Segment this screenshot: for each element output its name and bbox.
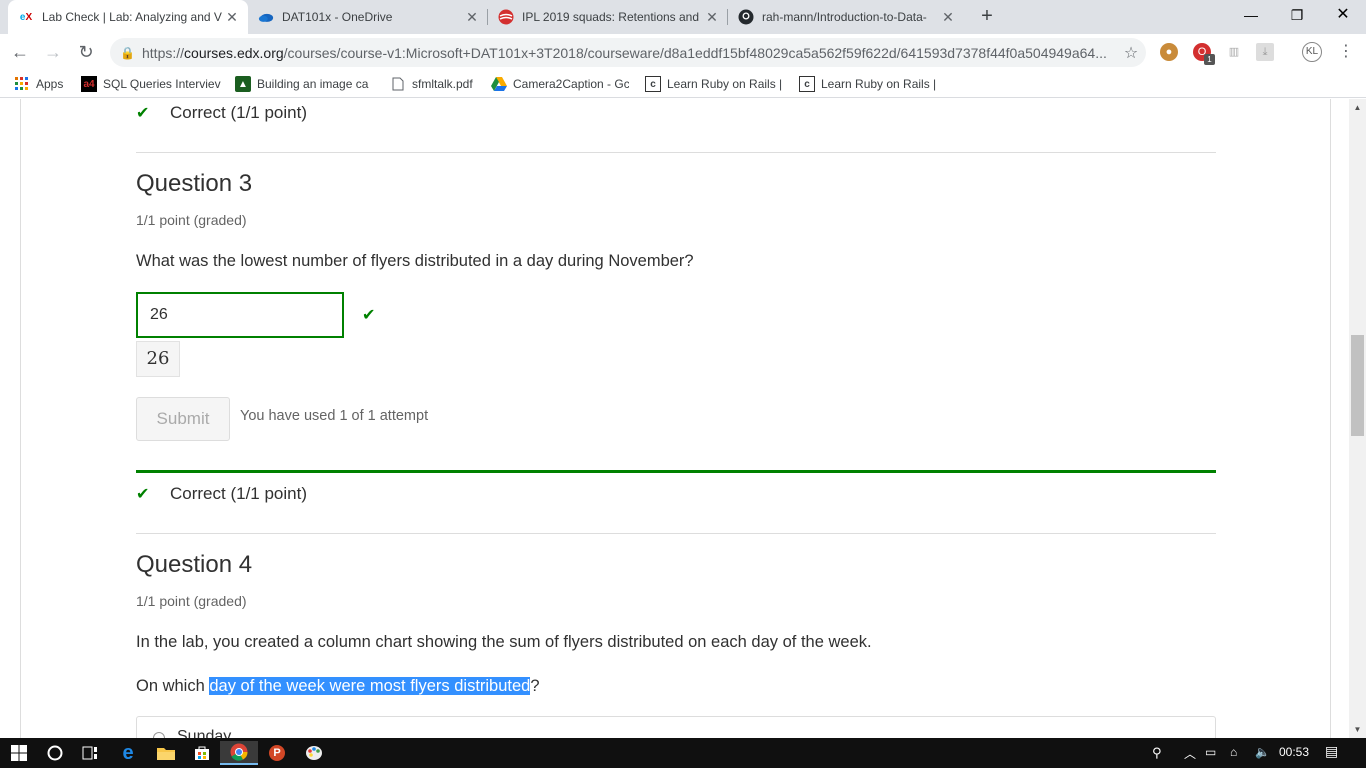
c-icon: c xyxy=(645,76,661,92)
tab-strip: eX Lab Check | Lab: Analyzing and V ✕ DA… xyxy=(0,0,1366,34)
selected-text: day of the week were most flyers distrib… xyxy=(209,677,531,695)
answer-option-sunday[interactable]: Sunday xyxy=(136,716,1216,738)
new-tab-icon[interactable]: + xyxy=(976,5,998,27)
a4-icon: a4 xyxy=(81,76,97,92)
divider xyxy=(136,533,1216,534)
forward-icon[interactable]: → xyxy=(41,40,65,64)
lock-icon: 🔒 xyxy=(120,45,135,60)
document-icon xyxy=(390,76,406,92)
tab-ipl[interactable]: IPL 2019 squads: Retentions and ✕ xyxy=(488,0,728,34)
page-scrollbar[interactable]: ▲ ▼ xyxy=(1349,99,1366,738)
bookmark-sfmltalk[interactable]: sfmltalk.pdf xyxy=(390,75,473,93)
pdf-extension-icon[interactable]: ⤓ xyxy=(1256,43,1274,61)
show-hidden-icons-icon[interactable]: ︿ xyxy=(1184,745,1196,762)
edge-icon[interactable]: e xyxy=(109,741,147,765)
previous-result: ✔ Correct (1/1 point) xyxy=(136,103,307,122)
tab-github[interactable]: rah-mann/Introduction-to-Data- ✕ xyxy=(728,0,964,34)
menu-kebab-icon[interactable]: ⋮ xyxy=(1334,40,1358,64)
address-bar[interactable]: 🔒 https://courses.edx.org/courses/course… xyxy=(110,38,1146,67)
bookmark-ruby-rails-1[interactable]: c Learn Ruby on Rails | xyxy=(645,75,782,93)
file-explorer-icon[interactable] xyxy=(147,741,185,765)
windows-start-icon[interactable] xyxy=(0,741,38,765)
github-icon xyxy=(738,9,754,25)
bookmark-apps[interactable]: Apps xyxy=(14,75,63,93)
question-4-points: 1/1 point (graded) xyxy=(136,593,247,609)
browser-toolbar: ← → ↻ 🔒 https://courses.edx.org/courses/… xyxy=(0,34,1366,70)
bookmarks-bar: Apps a4 SQL Queries Interviev ▲ Building… xyxy=(0,70,1366,98)
answer-input[interactable]: 26 xyxy=(136,292,344,338)
result-bar xyxy=(136,470,1216,473)
bookmark-ruby-rails-2[interactable]: c Learn Ruby on Rails | xyxy=(799,75,936,93)
powerpoint-icon[interactable]: P xyxy=(258,741,296,765)
checkmark-icon: ✔ xyxy=(136,486,150,503)
question-3-points: 1/1 point (graded) xyxy=(136,212,247,228)
google-drive-icon xyxy=(491,76,507,92)
submit-button[interactable]: Submit xyxy=(136,397,230,441)
attempts-text: You have used 1 of 1 attempt xyxy=(240,408,429,424)
question-4-prompt: On which day of the week were most flyer… xyxy=(136,677,540,695)
network-icon[interactable]: ⌂ xyxy=(1230,745,1237,759)
cortana-search-icon[interactable] xyxy=(36,741,74,765)
apps-grid-icon xyxy=(14,76,30,92)
question-3-result: ✔ Correct (1/1 point) xyxy=(136,484,307,503)
bookmark-camera2caption[interactable]: Camera2Caption - Gc xyxy=(491,75,629,93)
answer-preview: 26 xyxy=(136,341,180,377)
divider xyxy=(136,152,1216,153)
task-view-icon[interactable] xyxy=(71,741,109,765)
people-icon[interactable]: ⚲ xyxy=(1152,745,1162,761)
checkmark-icon: ✔ xyxy=(136,105,150,122)
tab-lab-check[interactable]: eX Lab Check | Lab: Analyzing and V ✕ xyxy=(8,0,248,34)
question-3-text: What was the lowest number of flyers dis… xyxy=(136,252,694,270)
chrome-icon[interactable] xyxy=(220,741,258,765)
action-center-icon[interactable]: ▤ xyxy=(1325,743,1338,760)
store-icon[interactable] xyxy=(183,741,221,765)
scroll-down-icon[interactable]: ▼ xyxy=(1349,721,1366,738)
restore-icon[interactable]: ❐ xyxy=(1274,0,1320,32)
onedrive-icon xyxy=(258,9,274,25)
profile-avatar[interactable]: KL xyxy=(1302,42,1322,62)
volume-icon[interactable]: 🔈 xyxy=(1255,745,1270,759)
page-content: ✔ Correct (1/1 point) Question 3 1/1 poi… xyxy=(0,99,1366,738)
close-tab-icon[interactable]: ✕ xyxy=(940,9,956,26)
bookmark-green-icon: ▲ xyxy=(235,76,251,92)
ipl-icon xyxy=(498,9,514,25)
checkmark-icon: ✔ xyxy=(362,307,376,324)
bookmark-star-icon[interactable]: ☆ xyxy=(1116,43,1146,63)
question-3-title: Question 3 xyxy=(136,170,253,197)
close-tab-icon[interactable]: ✕ xyxy=(704,9,720,26)
close-window-icon[interactable]: ✕ xyxy=(1320,0,1366,32)
extension-badge: 1 xyxy=(1204,54,1215,65)
edx-icon: eX xyxy=(19,11,33,23)
scroll-up-icon[interactable]: ▲ xyxy=(1349,99,1366,116)
back-icon[interactable]: ← xyxy=(8,40,32,64)
clock[interactable]: 00:53 xyxy=(1279,745,1309,759)
c-icon: c xyxy=(799,76,815,92)
battery-icon[interactable]: ▭ xyxy=(1205,745,1216,759)
minimize-icon[interactable]: — xyxy=(1228,0,1274,32)
paint-icon[interactable] xyxy=(295,741,333,765)
chart-extension-icon[interactable]: ▥ xyxy=(1225,43,1243,61)
close-tab-icon[interactable]: ✕ xyxy=(224,9,240,26)
cookie-extension-icon[interactable]: ● xyxy=(1160,43,1178,61)
url-text[interactable]: https://courses.edx.org/courses/course-v… xyxy=(142,45,1116,61)
tab-onedrive[interactable]: DAT101x - OneDrive ✕ xyxy=(248,0,488,34)
bookmark-building-image[interactable]: ▲ Building an image ca xyxy=(235,75,372,93)
question-4-text: In the lab, you created a column chart s… xyxy=(136,633,872,651)
reload-icon[interactable]: ↻ xyxy=(74,40,98,64)
close-tab-icon[interactable]: ✕ xyxy=(464,9,480,26)
bookmark-sql-queries[interactable]: a4 SQL Queries Interviev xyxy=(81,75,221,93)
scroll-thumb[interactable] xyxy=(1351,335,1364,436)
taskbar: e P ⚲ ︿ ▭ ⌂ 🔈 00:53 ▤ xyxy=(0,738,1366,768)
question-4-title: Question 4 xyxy=(136,551,253,578)
